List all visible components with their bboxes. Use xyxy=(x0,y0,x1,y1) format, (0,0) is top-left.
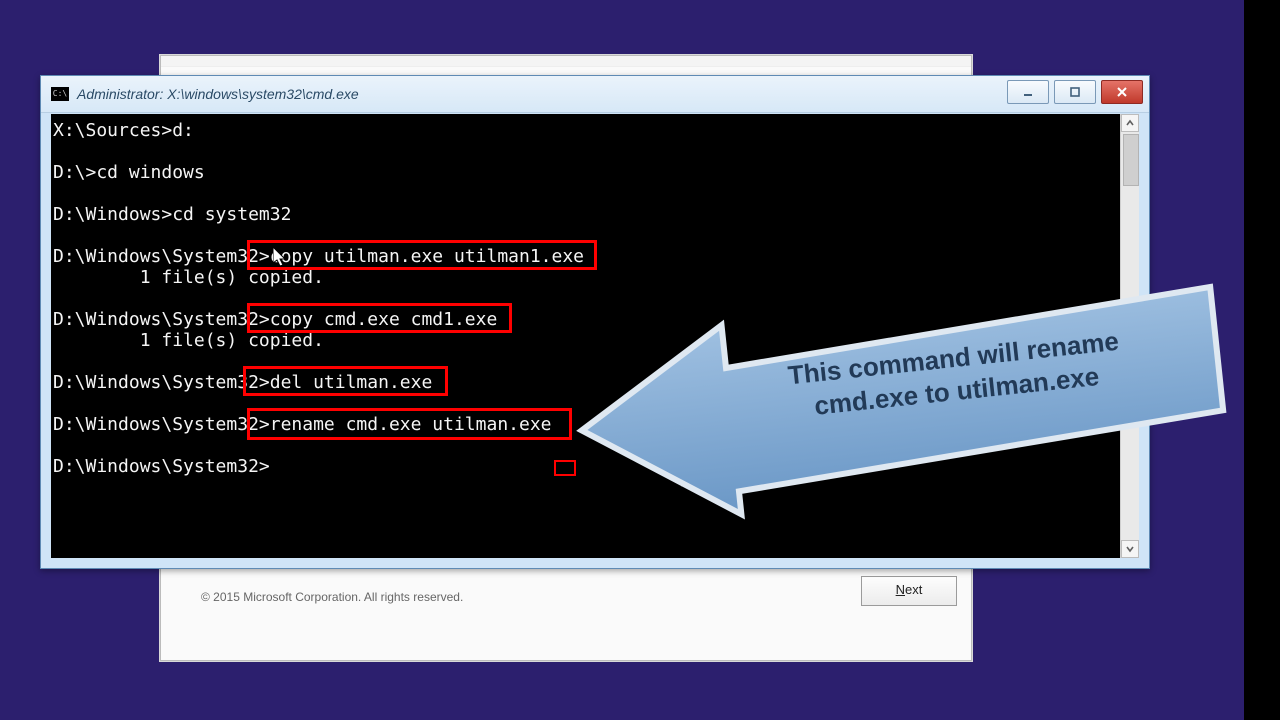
window-title: Administrator: X:\windows\system32\cmd.e… xyxy=(77,86,359,102)
close-button[interactable] xyxy=(1101,80,1143,104)
terminal-text: X:\Sources>d: D:\>cd windows D:\Windows>… xyxy=(53,120,1118,477)
chevron-down-icon xyxy=(1125,544,1135,554)
minimize-button[interactable] xyxy=(1007,80,1049,104)
next-button-label-rest: ext xyxy=(905,582,922,597)
copyright-text: © 2015 Microsoft Corporation. All rights… xyxy=(201,590,463,604)
cmd-icon: C:\ xyxy=(51,87,69,101)
minimize-icon xyxy=(1022,86,1034,98)
window-buttons xyxy=(1007,80,1143,104)
pencil-cursor xyxy=(567,444,595,472)
stage: © 2015 Microsoft Corporation. All rights… xyxy=(0,0,1244,720)
scroll-up-button[interactable] xyxy=(1121,114,1139,132)
titlebar[interactable]: C:\ Administrator: X:\windows\system32\c… xyxy=(41,76,1149,113)
cmd-window: C:\ Administrator: X:\windows\system32\c… xyxy=(40,75,1150,569)
scroll-thumb[interactable] xyxy=(1123,134,1139,186)
dialog-top-strip xyxy=(161,56,971,67)
pencil-icon xyxy=(675,465,703,493)
highlight-rename-cmd xyxy=(247,408,572,440)
highlight-copy-utilman xyxy=(247,240,597,270)
highlight-del-utilman xyxy=(243,366,448,396)
vertical-scrollbar[interactable] xyxy=(1120,114,1139,558)
dialog-footer: © 2015 Microsoft Corporation. All rights… xyxy=(161,568,971,660)
maximize-button[interactable] xyxy=(1054,80,1096,104)
chevron-up-icon xyxy=(1125,118,1135,128)
next-button[interactable]: Next xyxy=(861,576,957,606)
highlight-copy-cmd xyxy=(247,303,512,333)
terminal-wrap: X:\Sources>d: D:\>cd windows D:\Windows>… xyxy=(51,114,1139,558)
right-pillarbox xyxy=(1244,0,1280,720)
scroll-down-button[interactable] xyxy=(1121,540,1139,558)
terminal[interactable]: X:\Sources>d: D:\>cd windows D:\Windows>… xyxy=(51,114,1120,558)
maximize-icon xyxy=(1069,86,1081,98)
close-icon xyxy=(1116,86,1128,98)
